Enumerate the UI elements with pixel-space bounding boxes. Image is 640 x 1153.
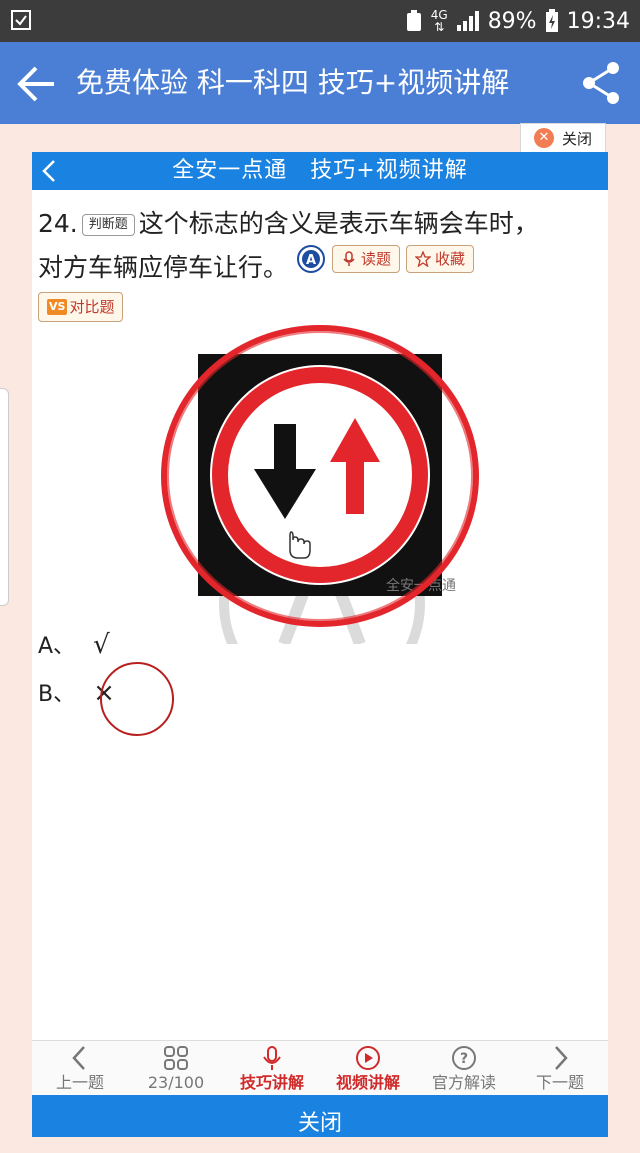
microphone-icon (263, 1046, 281, 1070)
close-icon: ✕ (533, 128, 554, 148)
side-drawer-handle[interactable] (0, 388, 9, 606)
tips-explanation-button[interactable]: 技巧讲解 (224, 1041, 320, 1096)
svg-text:?: ? (460, 1051, 468, 1067)
share-icon[interactable] (580, 60, 622, 106)
star-icon (414, 251, 431, 267)
question-type-badge: 判断题 (81, 214, 135, 236)
official-explanation-button[interactable]: ? 官方解读 (416, 1041, 512, 1096)
status-right: 4G ⇅ 89% 19:34 (405, 0, 630, 42)
question-number: 24. (38, 209, 78, 238)
read-question-button[interactable]: 读题 (331, 245, 400, 273)
clock: 19:34 (566, 8, 630, 34)
chevron-left-icon (72, 1046, 85, 1070)
close-button[interactable]: 关闭 (32, 1095, 608, 1137)
vs-icon: VS (47, 299, 68, 315)
app-logo-icon: A (296, 245, 325, 273)
signal-icon (456, 11, 479, 31)
question-text: 24. 判断题 这个标志的含义是表示车辆会车时， 对方车辆应停车让行。 A 读题 收… (38, 204, 598, 288)
answer-highlight-circle (100, 662, 174, 736)
prev-question-button[interactable]: 上一题 (32, 1041, 128, 1096)
check-mark-icon: √ (93, 630, 110, 660)
video-explanation-button[interactable]: 视频讲解 (320, 1041, 416, 1096)
app-bar: 免费体验 科一科四 技巧+视频讲解 (0, 42, 640, 124)
question-line-1: 这个标志的含义是表示车辆会车时， (138, 209, 539, 238)
battery-percent: 89% (487, 8, 537, 34)
back-arrow-icon[interactable] (14, 62, 58, 106)
play-icon (356, 1046, 380, 1070)
status-bar: 4G ⇅ 89% 19:34 (0, 0, 640, 42)
battery-icon (545, 9, 558, 32)
panel-title: 全安一点通 技巧+视频讲解 (172, 158, 468, 183)
close-ad-label: 关闭 (561, 129, 592, 148)
question-line-2: 对方车辆应停车让行。 (38, 253, 289, 282)
chevron-right-icon (555, 1046, 568, 1070)
battery-saver-icon (406, 10, 421, 31)
question-grid-button[interactable]: 23/100 (128, 1041, 224, 1096)
close-ad-button[interactable]: ✕ 关闭 (520, 123, 606, 153)
traffic-sign-image: 全安一点通 (161, 325, 479, 644)
compare-question-button[interactable]: VS 对比题 (38, 292, 124, 322)
network-type: 4G ⇅ (430, 8, 448, 34)
checkbox-icon (11, 10, 31, 30)
favorite-button[interactable]: 收藏 (405, 245, 474, 273)
option-a[interactable]: A、 √ (38, 628, 110, 660)
next-question-button[interactable]: 下一题 (512, 1041, 608, 1096)
svg-text:A: A (306, 253, 316, 268)
microphone-icon (343, 251, 355, 266)
question-icon: ? (452, 1046, 476, 1070)
panel-header: 全安一点通 技巧+视频讲解 (32, 152, 608, 190)
app-title: 免费体验 科一科四 技巧+视频讲解 (76, 66, 510, 99)
grid-icon (164, 1046, 188, 1070)
question-panel: 全安一点通 技巧+视频讲解 24. 判断题 这个标志的含义是表示车辆会车时， 对方车… (32, 152, 608, 1137)
bottom-toolbar: 上一题 23/100 技巧讲解 视频讲解 ? 官方解读 下一题 (32, 1040, 608, 1096)
